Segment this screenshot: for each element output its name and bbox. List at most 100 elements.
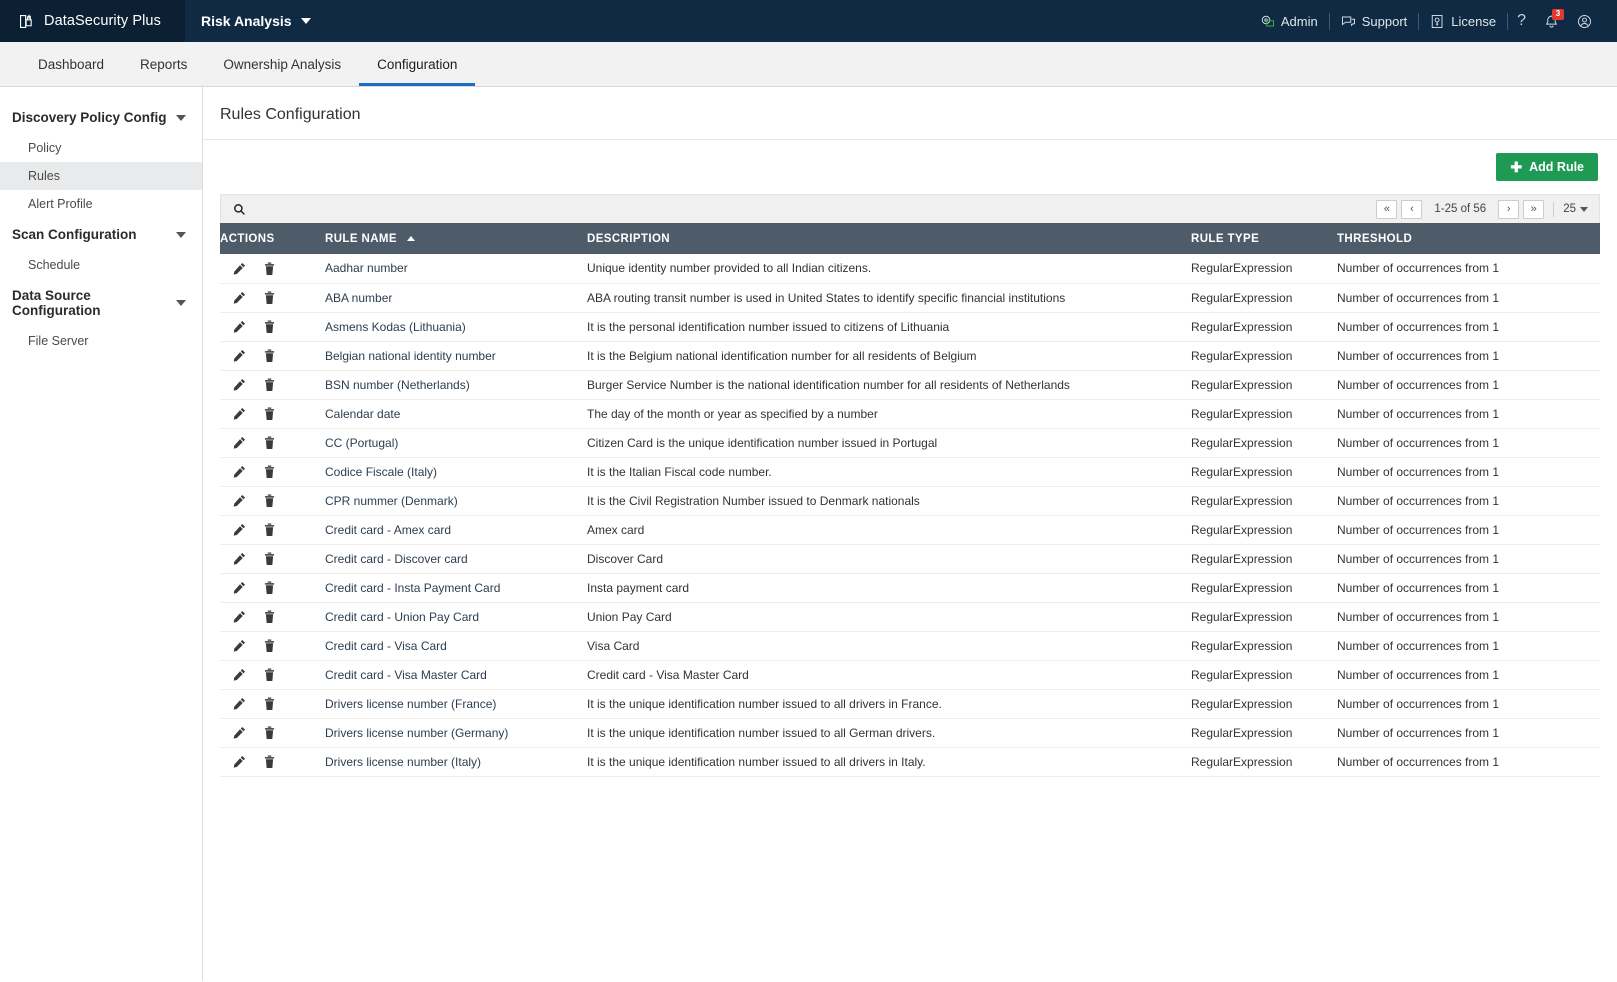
rule-name-link[interactable]: Credit card - Insta Payment Card (325, 581, 500, 595)
delete-trash-icon[interactable] (263, 755, 276, 768)
edit-pencil-icon[interactable] (233, 552, 246, 565)
edit-pencil-icon[interactable] (233, 436, 246, 449)
edit-pencil-icon[interactable] (233, 465, 246, 478)
page-size-selector[interactable]: 25 (1563, 203, 1590, 215)
cell-rule-name: Asmens Kodas (Lithuania) (325, 312, 587, 342)
edit-pencil-icon[interactable] (233, 320, 246, 333)
license-link[interactable]: License (1419, 14, 1507, 29)
cell-rule-name: Credit card - Amex card (325, 515, 587, 545)
rule-name-link[interactable]: Drivers license number (Italy) (325, 755, 481, 769)
delete-trash-icon[interactable] (263, 378, 276, 391)
sidebar-item-label: File Server (28, 334, 89, 348)
rule-name-link[interactable]: Drivers license number (France) (325, 697, 496, 711)
rule-name-link[interactable]: Calendar date (325, 407, 400, 421)
edit-pencil-icon[interactable] (233, 610, 246, 623)
delete-trash-icon[interactable] (263, 407, 276, 420)
shield-lock-icon (18, 13, 35, 30)
delete-trash-icon[interactable] (263, 320, 276, 333)
sidebar-item-rules[interactable]: Rules (0, 162, 202, 190)
tab-reports[interactable]: Reports (122, 42, 205, 86)
delete-trash-icon[interactable] (263, 262, 276, 275)
edit-pencil-icon[interactable] (233, 668, 246, 681)
delete-trash-icon[interactable] (263, 523, 276, 536)
search-input[interactable] (253, 202, 493, 216)
delete-trash-icon[interactable] (263, 291, 276, 304)
help-button[interactable]: ? (1508, 13, 1535, 29)
sidebar-group-discovery-policy-config[interactable]: Discovery Policy Config (0, 101, 202, 134)
rule-name-link[interactable]: Belgian national identity number (325, 349, 496, 363)
edit-pencil-icon[interactable] (233, 581, 246, 594)
delete-trash-icon[interactable] (263, 610, 276, 623)
edit-pencil-icon[interactable] (233, 697, 246, 710)
edit-pencil-icon[interactable] (233, 639, 246, 652)
delete-trash-icon[interactable] (263, 494, 276, 507)
search-icon[interactable] (233, 203, 246, 216)
edit-pencil-icon[interactable] (233, 291, 246, 304)
delete-trash-icon[interactable] (263, 552, 276, 565)
cell-threshold: Number of occurrences from 1 (1337, 283, 1600, 313)
cell-actions (220, 747, 325, 777)
edit-pencil-icon[interactable] (233, 494, 246, 507)
sidebar-item-schedule[interactable]: Schedule (0, 251, 202, 279)
rule-name-link[interactable]: CC (Portugal) (325, 436, 398, 450)
column-header-rule-type[interactable]: RULE TYPE (1191, 223, 1337, 254)
sidebar-item-file-server[interactable]: File Server (0, 327, 202, 355)
rule-name-link[interactable]: Drivers license number (Germany) (325, 726, 508, 740)
rule-name-link[interactable]: Credit card - Union Pay Card (325, 610, 479, 624)
edit-pencil-icon[interactable] (233, 755, 246, 768)
delete-trash-icon[interactable] (263, 697, 276, 710)
delete-trash-icon[interactable] (263, 465, 276, 478)
rule-name-link[interactable]: Asmens Kodas (Lithuania) (325, 320, 466, 334)
cell-rule-type: RegularExpression (1191, 399, 1337, 429)
cell-description: It is the unique identification number i… (587, 718, 1191, 748)
edit-pencil-icon[interactable] (233, 262, 246, 275)
edit-pencil-icon[interactable] (233, 378, 246, 391)
column-header-threshold[interactable]: THRESHOLD (1337, 223, 1600, 254)
rule-name-link[interactable]: Credit card - Amex card (325, 523, 451, 537)
rule-name-link[interactable]: Credit card - Visa Card (325, 639, 447, 653)
column-header-rule-name[interactable]: RULE NAME (325, 223, 587, 254)
rule-name-link[interactable]: BSN number (Netherlands) (325, 378, 470, 392)
pagination-prev-button[interactable]: ‹ (1401, 199, 1423, 219)
brand-block[interactable]: DataSecurity Plus (0, 0, 185, 42)
rule-name-link[interactable]: CPR nummer (Denmark) (325, 494, 458, 508)
rule-name-link[interactable]: Codice Fiscale (Italy) (325, 465, 437, 479)
module-selector[interactable]: Risk Analysis (201, 13, 311, 29)
brand-title: DataSecurity Plus (44, 13, 161, 29)
tab-ownership-analysis[interactable]: Ownership Analysis (205, 42, 359, 86)
pagination-next-button[interactable]: › (1498, 199, 1520, 219)
sidebar-group-data-source-configuration[interactable]: Data Source Configuration (0, 279, 202, 327)
edit-pencil-icon[interactable] (233, 407, 246, 420)
delete-trash-icon[interactable] (263, 726, 276, 739)
edit-pencil-icon[interactable] (233, 726, 246, 739)
sidebar-item-policy[interactable]: Policy (0, 134, 202, 162)
profile-button[interactable] (1568, 14, 1601, 29)
delete-trash-icon[interactable] (263, 668, 276, 681)
notifications-button[interactable]: 3 (1535, 8, 1568, 29)
column-header-description[interactable]: DESCRIPTION (587, 223, 1191, 254)
cell-rule-name: CPR nummer (Denmark) (325, 486, 587, 516)
sidebar-item-alert-profile[interactable]: Alert Profile (0, 190, 202, 218)
delete-trash-icon[interactable] (263, 581, 276, 594)
table-row: Codice Fiscale (Italy) It is the Italian … (220, 457, 1600, 487)
delete-trash-icon[interactable] (263, 349, 276, 362)
admin-link[interactable]: Admin (1249, 14, 1329, 29)
rule-name-link[interactable]: Credit card - Discover card (325, 552, 468, 566)
pagination-first-button[interactable]: « (1376, 199, 1398, 219)
delete-trash-icon[interactable] (263, 639, 276, 652)
support-link[interactable]: Support (1330, 14, 1419, 29)
pagination-last-button[interactable]: » (1523, 199, 1545, 219)
rule-name-link[interactable]: Credit card - Visa Master Card (325, 668, 487, 682)
cell-description: Discover Card (587, 544, 1191, 574)
column-header-actions[interactable]: ACTIONS (220, 223, 325, 254)
rule-name-link[interactable]: ABA number (325, 291, 392, 305)
tab-configuration[interactable]: Configuration (359, 42, 476, 86)
notification-badge: 3 (1552, 8, 1564, 20)
edit-pencil-icon[interactable] (233, 523, 246, 536)
delete-trash-icon[interactable] (263, 436, 276, 449)
edit-pencil-icon[interactable] (233, 349, 246, 362)
tab-dashboard[interactable]: Dashboard (20, 42, 122, 86)
rule-name-link[interactable]: Aadhar number (325, 261, 408, 275)
sidebar-group-scan-configuration[interactable]: Scan Configuration (0, 218, 202, 251)
add-rule-button[interactable]: ✚ Add Rule (1496, 153, 1598, 181)
